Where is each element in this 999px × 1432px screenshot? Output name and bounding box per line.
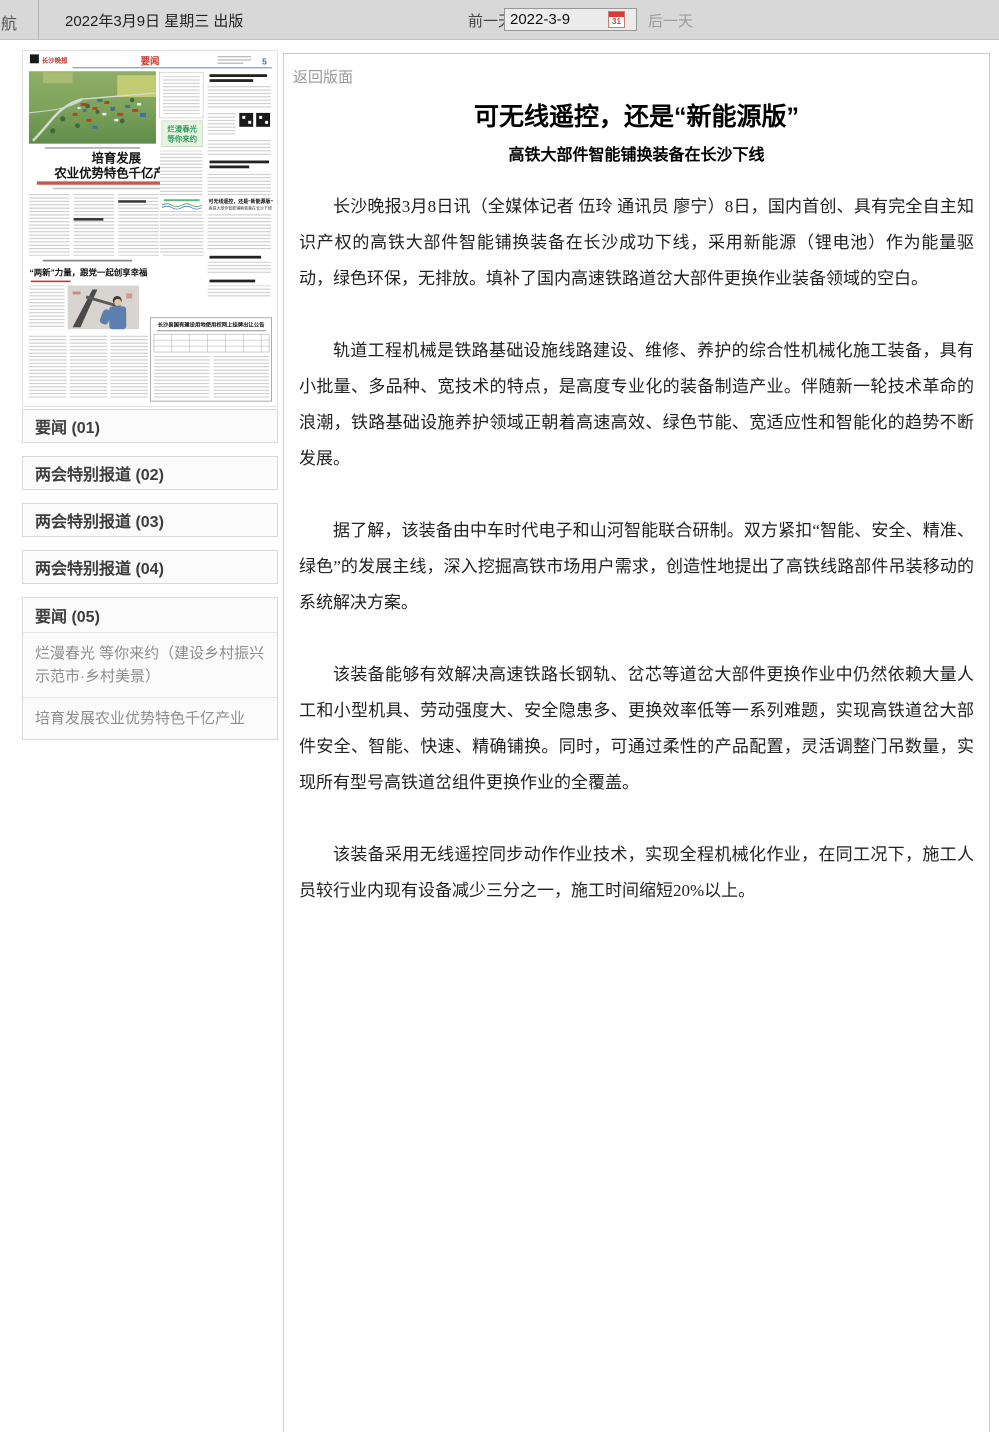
article-paragraph: 据了解，该装备由中车时代电子和山河智能联合研制。双方紧扣“智能、安全、精准、绿色… xyxy=(299,513,974,621)
sidebar-section-05-header[interactable]: 要闻 (05) xyxy=(23,598,277,632)
thumb-notice-headline: 长沙县国有建设用地使用权网上挂牌出让公告 xyxy=(158,321,266,329)
article-paragraph: 轨道工程机械是铁路基础设施线路建设、维修、养护的综合性机械化施工装备，具有小批量… xyxy=(299,333,974,477)
notice-box: 长沙县国有建设用地使用权网上挂牌出让公告 xyxy=(150,318,271,401)
calendar-icon[interactable]: 31 xyxy=(608,11,625,28)
date-picker[interactable]: 31 xyxy=(504,8,637,31)
page-section-label: 要闻 xyxy=(141,55,160,66)
thumb-current-article-subheadline: 高铁大部件智能铺换装备在长沙下线 xyxy=(209,206,272,211)
back-to-page-link[interactable]: 返回版面 xyxy=(293,66,353,87)
article-list: 烂漫春光 等你来约（建设乡村振兴示范市·乡村美景） 培育发展农业优势特色千亿产业 xyxy=(23,632,277,739)
worker-photo xyxy=(68,286,139,330)
article-panel: 返回版面 可无线遥控，还是“新能源版” 高铁大部件智能铺换装备在长沙下线 长沙晚… xyxy=(283,53,990,1432)
article-paragraph: 该装备采用无线遥控同步动作作业技术，实现全程机械化作业，在同工况下，施工人员较行… xyxy=(299,837,974,909)
masthead-title: 长沙晚报 xyxy=(42,55,68,64)
paper-logo xyxy=(30,54,39,63)
article-paragraph: 长沙晚报3月8日讯（全媒体记者 伍玲 通讯员 廖宁）8日，国内首创、具有完全自主… xyxy=(299,189,974,297)
sidebar-section-04[interactable]: 两会特别报道 (04) xyxy=(22,550,278,584)
sidebar-section-02[interactable]: 两会特别报道 (02) xyxy=(22,456,278,490)
thumb-lead-headline-line2: 农业优势特色千亿产业 xyxy=(53,165,178,180)
sidebar-section-01[interactable]: 要闻 (01) xyxy=(22,409,278,443)
page-section-list: 要闻 (01) 两会特别报道 (02) 两会特别报道 (03) 两会特别报道 (… xyxy=(22,409,278,740)
top-navigation-bar: 航 2022年3月9日 星期三 出版 前一天 31 后一天 xyxy=(0,0,999,40)
newspaper-page-thumbnail[interactable]: 长沙晚报 要闻 5 xyxy=(22,50,278,407)
thumb-lead-headline-line1: 培育发展 xyxy=(91,151,141,166)
topbar-divider xyxy=(38,0,39,40)
qr-codes xyxy=(239,113,270,127)
sidebar-section-03[interactable]: 两会特别报道 (03) xyxy=(22,503,278,537)
sidebar: 长沙晚报 要闻 5 xyxy=(22,50,278,753)
next-day-button[interactable]: 后一天 xyxy=(648,10,693,31)
green-box-line2: 等你来约 xyxy=(167,134,197,144)
green-box-line1: 烂漫春光 xyxy=(167,123,197,133)
article-body: 长沙晚报3月8日讯（全媒体记者 伍玲 通讯员 廖宁）8日，国内首创、具有完全自主… xyxy=(284,189,989,909)
thumb-current-article-headline: 可无线遥控，还是“新能源版” xyxy=(209,198,274,205)
green-promo-box: 烂漫春光 等你来约 xyxy=(162,121,203,147)
thumb-mid-headline: “两新”力量，跟党一起创享幸福 xyxy=(30,268,148,278)
calendar-day-number: 31 xyxy=(609,17,624,27)
page-number: 5 xyxy=(262,56,267,66)
sidebar-section-05: 要闻 (05) 烂漫春光 等你来约（建设乡村振兴示范市·乡村美景） 培育发展农业… xyxy=(22,597,278,740)
date-input[interactable] xyxy=(508,10,608,29)
article-paragraph: 该装备能够有效解决高速铁路长钢轨、岔芯等道岔大部件更换作业中仍然依赖大量人工和小… xyxy=(299,657,974,801)
nav-partial-label[interactable]: 航 xyxy=(1,10,17,34)
article-subtitle: 高铁大部件智能铺换装备在长沙下线 xyxy=(284,141,989,165)
article-list-item[interactable]: 培育发展农业优势特色千亿产业 xyxy=(23,697,277,739)
article-title: 可无线遥控，还是“新能源版” xyxy=(284,97,989,133)
aerial-photo xyxy=(29,71,156,143)
publish-date-label: 2022年3月9日 星期三 出版 xyxy=(65,10,243,31)
article-list-item[interactable]: 烂漫春光 等你来约（建设乡村振兴示范市·乡村美景） xyxy=(23,632,277,697)
